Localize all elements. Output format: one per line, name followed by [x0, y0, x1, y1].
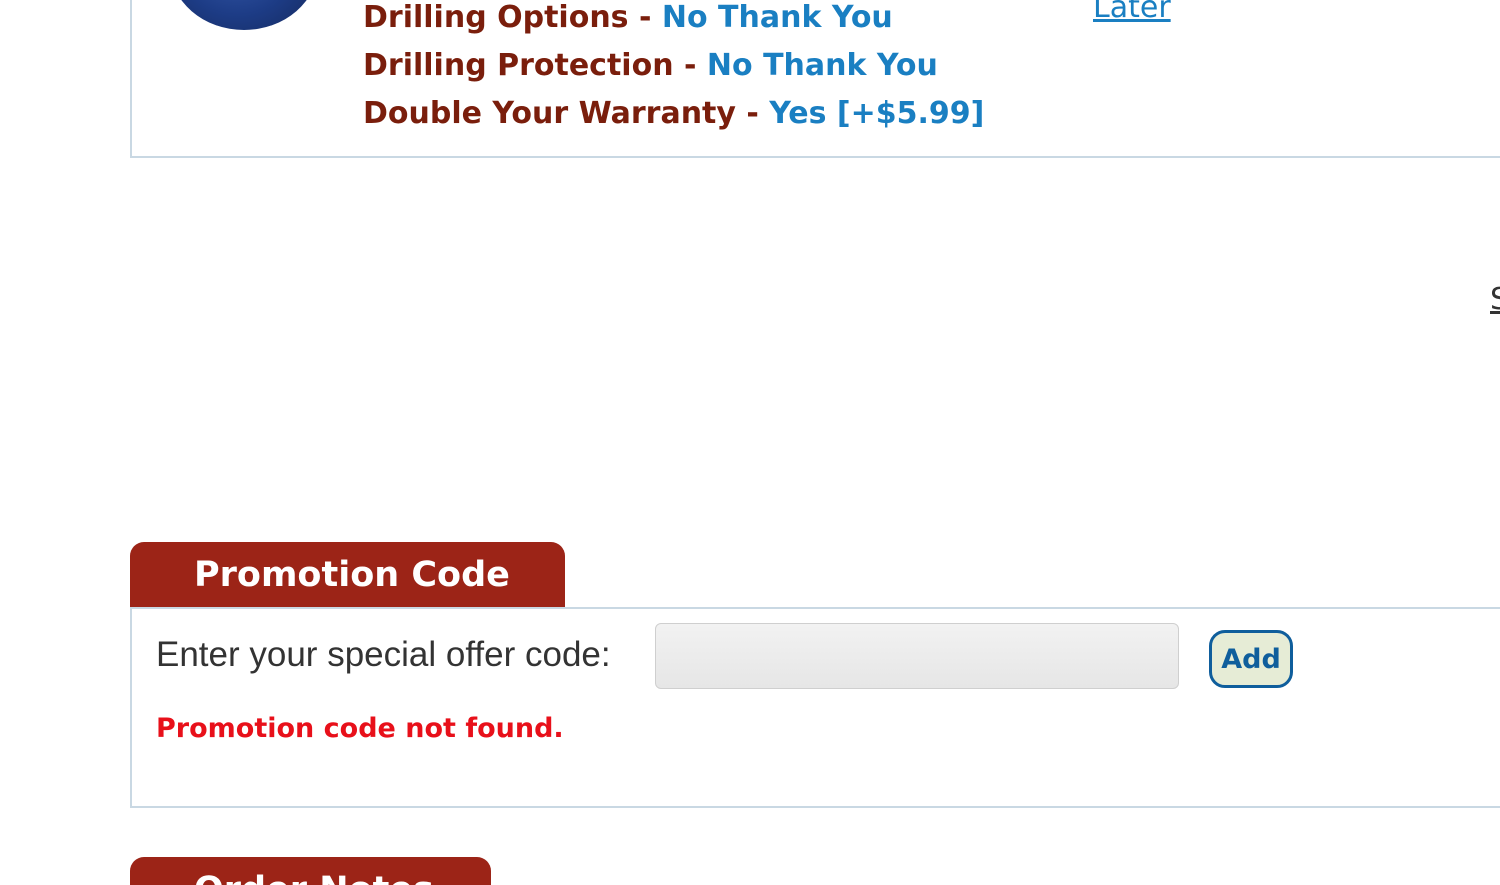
product-options: Drilling Options - No Thank You Drilling… — [363, 0, 984, 138]
option-drilling-protection: Drilling Protection - No Thank You — [363, 42, 984, 90]
add-promo-button[interactable]: Add — [1209, 630, 1293, 688]
option-label: Double Your Warranty - — [363, 96, 770, 131]
option-label: Drilling Protection - — [363, 48, 707, 83]
option-double-warranty: Double Your Warranty - Yes [+$5.99] — [363, 90, 984, 138]
option-value: No Thank You — [706, 48, 938, 83]
option-drilling-options: Drilling Options - No Thank You — [363, 0, 984, 42]
save-for-later-link[interactable]: Later — [1093, 0, 1171, 25]
cut-off-link[interactable]: S — [1490, 282, 1500, 317]
promotion-code-tab: Promotion Code — [130, 542, 565, 609]
product-image[interactable] — [170, 0, 318, 30]
promo-code-label: Enter your special offer code: — [156, 635, 611, 674]
promo-code-input[interactable] — [655, 623, 1179, 689]
promotion-code-panel: Enter your special offer code: Add Promo… — [130, 607, 1500, 808]
cart-item-box: Drilling Options - No Thank You Drilling… — [130, 0, 1500, 158]
option-value: Yes [+$5.99] — [769, 96, 985, 131]
option-value: No Thank You — [661, 0, 893, 35]
promo-error-message: Promotion code not found. — [156, 713, 564, 744]
order-notes-tab: Order Notes — [130, 857, 491, 885]
option-label: Drilling Options - — [363, 0, 662, 35]
